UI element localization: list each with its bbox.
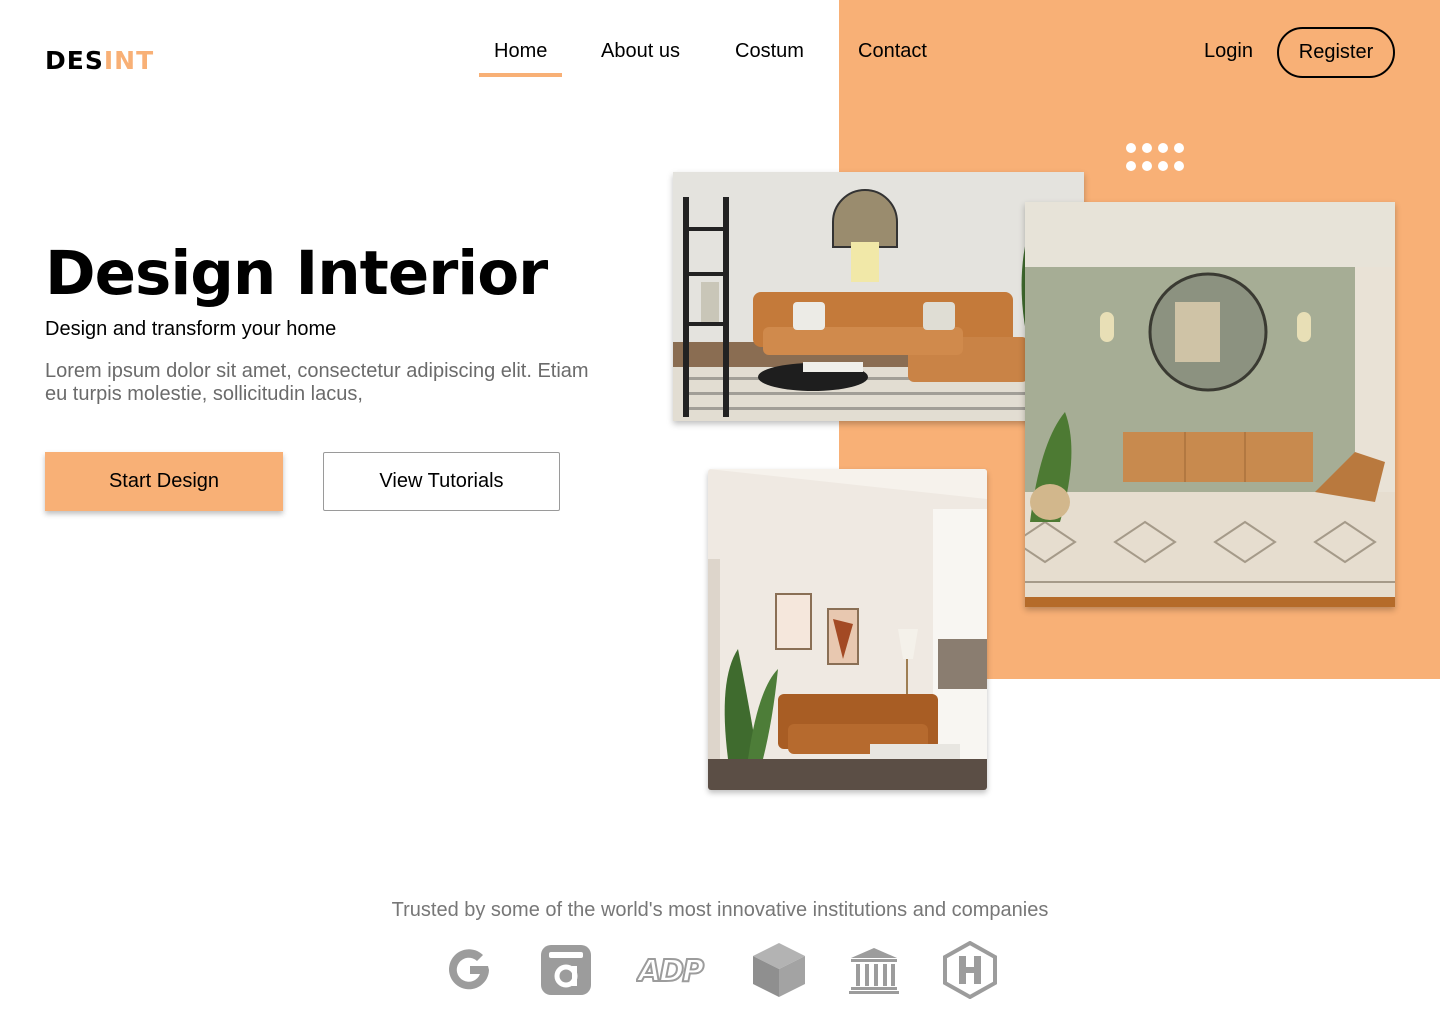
h-hexagon-logo-icon <box>943 940 997 1000</box>
decorative-dots <box>1126 143 1184 171</box>
nav-item-contact[interactable]: Contact <box>858 40 927 63</box>
adp-logo-text: ADP <box>636 954 704 989</box>
dot <box>1158 143 1168 153</box>
start-design-button[interactable]: Start Design <box>45 452 283 511</box>
bank-columns-icon <box>849 940 899 1000</box>
nav-item-costum[interactable]: Costum <box>735 40 804 63</box>
dot <box>1174 143 1184 153</box>
o-box-logo-icon <box>540 940 592 1000</box>
dot <box>1126 161 1136 171</box>
dot <box>1174 161 1184 171</box>
adp-logo-icon: ADP <box>636 940 708 1000</box>
logo-part-accent: INT <box>103 46 155 75</box>
login-link[interactable]: Login <box>1204 40 1253 63</box>
google-logo-icon <box>444 940 496 1000</box>
trusted-by-text: Trusted by some of the world's most inno… <box>391 899 1049 921</box>
site-logo[interactable]: DESINT <box>45 46 154 75</box>
green-wall-mirror-room-photo <box>1025 202 1395 607</box>
view-tutorials-button[interactable]: View Tutorials <box>323 452 560 511</box>
register-button[interactable]: Register <box>1277 27 1395 78</box>
dot <box>1142 143 1152 153</box>
dot <box>1142 161 1152 171</box>
hero-subtitle: Design and transform your home <box>45 318 337 340</box>
dot <box>1126 143 1136 153</box>
leather-sofa-corner-photo <box>708 469 987 790</box>
hero-description: Lorem ipsum dolor sit amet, consectetur … <box>45 360 589 405</box>
dot <box>1158 161 1168 171</box>
living-room-sofa-photo <box>673 172 1084 421</box>
logo-part-dark: DES <box>45 46 104 75</box>
nav-item-about-us[interactable]: About us <box>601 40 680 63</box>
nav-item-home[interactable]: Home <box>478 40 563 77</box>
cube-logo-icon <box>751 940 807 1000</box>
hero-title: Design Interior <box>45 238 548 309</box>
